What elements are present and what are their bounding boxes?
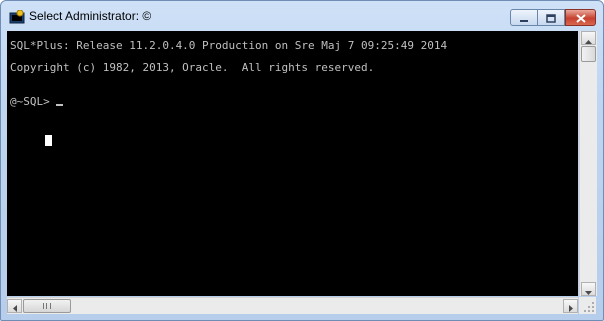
scroll-right-button[interactable] — [563, 299, 578, 313]
console-prompt-line[interactable]: @~SQL> — [10, 95, 63, 108]
close-icon — [575, 8, 586, 27]
arrow-right-icon — [568, 297, 573, 316]
console-app-icon[interactable] — [9, 9, 25, 24]
minimize-icon — [519, 8, 529, 27]
close-button[interactable] — [565, 9, 596, 26]
block-cursor — [45, 135, 52, 146]
maximize-icon — [546, 8, 556, 27]
vertical-scrollbar[interactable] — [579, 31, 597, 296]
arrow-up-icon — [585, 29, 592, 48]
arrow-left-icon — [12, 297, 17, 316]
minimize-button[interactable] — [510, 9, 537, 26]
horizontal-scroll-thumb[interactable] — [23, 299, 71, 313]
window-title: Select Administrator: © — [29, 9, 152, 23]
console-window: Select Administrator: © SQL*Plus: Releas… — [0, 0, 604, 321]
resize-grip[interactable] — [579, 297, 596, 314]
vertical-scroll-thumb[interactable] — [581, 46, 596, 62]
maximize-button[interactable] — [537, 9, 565, 26]
title-bar[interactable]: Select Administrator: © — [1, 1, 603, 31]
horizontal-scrollbar[interactable] — [7, 297, 578, 314]
sql-prompt: @~SQL> — [10, 95, 50, 108]
resize-grip-icon — [584, 302, 594, 312]
arrow-down-icon — [585, 280, 592, 299]
scroll-up-button[interactable] — [581, 31, 596, 45]
console-output[interactable]: SQL*Plus: Release 11.2.0.4.0 Production … — [7, 31, 578, 296]
console-line-banner: SQL*Plus: Release 11.2.0.4.0 Production … — [10, 39, 448, 52]
text-caret — [55, 104, 63, 106]
console-line-copyright: Copyright (c) 1982, 2013, Oracle. All ri… — [10, 61, 375, 74]
grip-icon — [43, 303, 51, 309]
scroll-left-button[interactable] — [7, 299, 22, 313]
scroll-down-button[interactable] — [581, 282, 596, 296]
